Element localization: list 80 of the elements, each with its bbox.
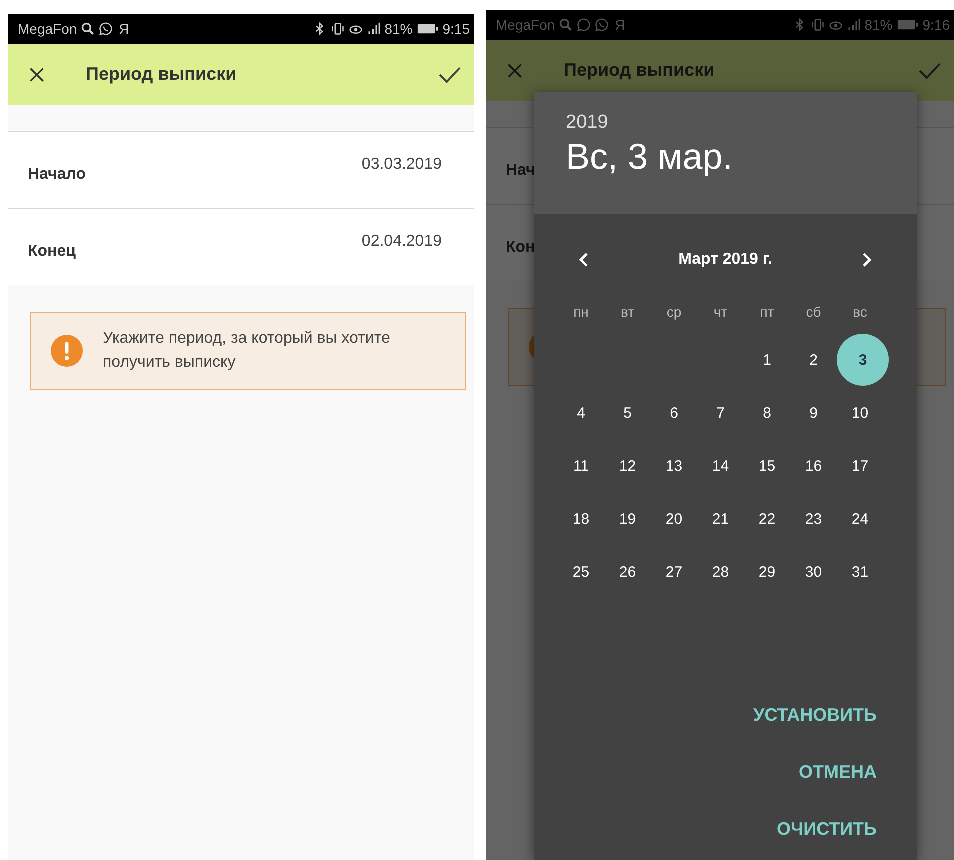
calendar-day[interactable]: 29 [744, 549, 790, 595]
calendar-day[interactable]: 16 [790, 443, 837, 489]
calendar-day[interactable]: 11 [558, 443, 604, 489]
calendar-day[interactable]: 6 [651, 390, 698, 436]
weekday-label: вт [620, 304, 636, 320]
chevron-left-icon[interactable] [578, 252, 590, 268]
dialog-button[interactable]: УСТАНОВИТЬ [746, 701, 885, 730]
calendar-day[interactable]: 30 [790, 549, 837, 595]
calendar-day[interactable]: 23 [790, 496, 837, 542]
calendar-day[interactable]: 17 [837, 443, 884, 489]
signal-icon [366, 22, 381, 36]
carrier-name: MegaFon [496, 17, 556, 33]
weekday-label: пн [572, 304, 590, 320]
checkmark-icon[interactable] [918, 60, 942, 80]
calendar-day[interactable]: 27 [651, 549, 698, 595]
vibrate-icon [810, 18, 825, 32]
calendar-day[interactable]: 25 [558, 549, 604, 595]
dialog-button[interactable]: ОЧИСТИТЬ [768, 815, 885, 844]
dialog-button[interactable]: ОТМЕНА [791, 758, 885, 787]
calendar-day[interactable]: 22 [744, 496, 790, 542]
calendar-day[interactable]: 21 [698, 496, 744, 542]
calendar-day[interactable]: 28 [698, 549, 744, 595]
search-icon [81, 22, 96, 36]
calendar-day[interactable]: 4 [558, 390, 604, 436]
calendar-day[interactable]: 18 [558, 496, 604, 542]
battery-percent: 81% [864, 17, 893, 33]
weekday-label: сб [805, 304, 822, 320]
checkmark-icon[interactable] [438, 64, 462, 84]
battery-icon [896, 18, 919, 32]
calendar-day[interactable]: 10 [837, 390, 884, 436]
weekday-label: вс [852, 304, 868, 320]
row-date: 02.04.2019 [362, 232, 442, 252]
calendar-day[interactable]: 26 [604, 549, 651, 595]
selected-date[interactable]: Вс, 3 мар. [566, 136, 885, 178]
clock-time: 9:15 [442, 21, 470, 37]
calendar-day[interactable]: 7 [698, 390, 744, 436]
calendar-day[interactable]: 5 [604, 390, 651, 436]
calendar-day[interactable]: 20 [651, 496, 698, 542]
calendar-day[interactable]: 14 [698, 443, 744, 489]
calendar-day[interactable]: 3 [837, 334, 889, 386]
calendar-day[interactable]: 13 [651, 443, 698, 489]
screen-title: Период выписки [564, 60, 715, 81]
date-row[interactable]: Начало 03.03.2019 [8, 131, 474, 208]
selected-year[interactable]: 2019 [566, 112, 885, 134]
screen-title: Период выписки [86, 64, 237, 85]
month-title: Март 2019 г. [678, 251, 772, 269]
date-row[interactable]: Конец 02.04.2019 [8, 208, 474, 285]
chevron-right-icon[interactable] [861, 252, 873, 268]
calendar-day[interactable]: 24 [837, 496, 884, 542]
warning-icon [51, 335, 83, 367]
calendar-day[interactable]: 2 [790, 337, 837, 383]
clock-time: 9:16 [922, 17, 950, 33]
calendar-day[interactable]: 19 [604, 496, 651, 542]
alert-message: Укажите период, за который вы хотите получить выписку [103, 329, 392, 373]
close-icon[interactable] [28, 66, 46, 84]
phone-bubble-icon [99, 22, 114, 36]
row-label: Нач [506, 161, 536, 180]
calendar-day[interactable]: 9 [790, 390, 837, 436]
calendar-day[interactable]: 1 [744, 337, 790, 383]
chat-bubble-icon [577, 18, 592, 32]
vibrate-icon [330, 22, 345, 36]
calendar-day[interactable]: 31 [837, 549, 884, 595]
row-label: Начало [28, 165, 86, 184]
calendar-day[interactable]: 12 [604, 443, 651, 489]
row-label: Конец [28, 242, 76, 261]
row-date: 03.03.2019 [362, 155, 442, 175]
signal-icon [846, 18, 861, 32]
battery-icon [416, 22, 439, 36]
weekday-label: пт [759, 304, 776, 320]
weekday-label: ср [666, 304, 683, 320]
weekday-label: чт [712, 304, 729, 320]
row-label: Кон [506, 238, 536, 257]
search-icon [559, 18, 574, 32]
app-letter: Я [615, 17, 626, 33]
calendar-day[interactable]: 15 [744, 443, 790, 489]
app-letter: Я [119, 21, 130, 37]
phone-bubble-icon [595, 18, 610, 32]
carrier-name: MegaFon [18, 21, 78, 37]
battery-percent: 81% [384, 21, 413, 37]
calendar-day[interactable]: 8 [744, 390, 790, 436]
